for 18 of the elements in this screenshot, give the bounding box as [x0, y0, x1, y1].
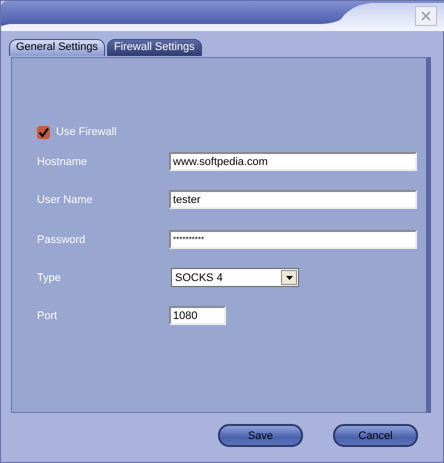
field-label: Type — [37, 272, 62, 284]
checkbox[interactable] — [37, 126, 50, 138]
tab[interactable]: Firewall Settings — [106, 39, 202, 56]
field-label: Port — [37, 310, 58, 322]
dialog-button[interactable]: Cancel — [333, 424, 418, 447]
field-label: Password — [37, 234, 86, 246]
field-label: Hostname — [37, 156, 88, 168]
password-field[interactable]: ********** — [169, 230, 417, 249]
field-label: User Name — [37, 194, 94, 206]
checkbox-label: Use Firewall — [56, 126, 117, 138]
close-icon — [421, 11, 431, 21]
input-field[interactable]: tester — [169, 190, 417, 209]
type-dropdown[interactable]: SOCKS 4 — [171, 268, 299, 287]
dialog-button[interactable]: Save — [218, 424, 303, 447]
input-field[interactable]: 1080 — [169, 306, 226, 325]
input-field[interactable]: www.softpedia.com — [169, 152, 417, 171]
tab[interactable]: General Settings — [9, 39, 105, 56]
caret-icon — [286, 276, 292, 280]
